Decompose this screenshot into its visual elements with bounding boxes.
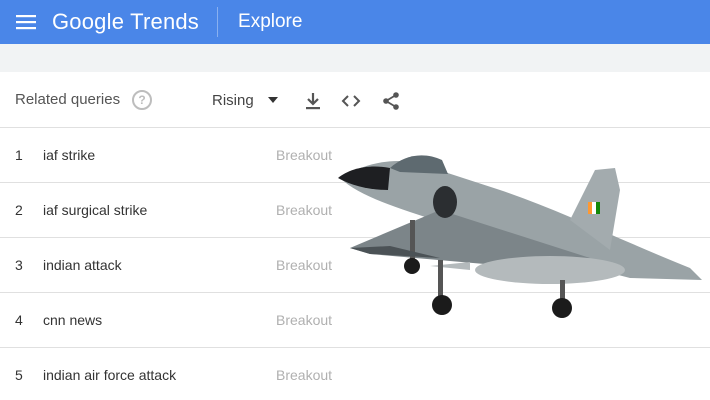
row-query[interactable]: iaf strike bbox=[43, 147, 95, 163]
download-icon[interactable] bbox=[302, 90, 324, 112]
card-header: Related queries ? Rising bbox=[0, 72, 710, 128]
row-query[interactable]: iaf surgical strike bbox=[43, 202, 147, 218]
row-value: Breakout bbox=[276, 202, 333, 218]
row-query[interactable]: cnn news bbox=[43, 312, 102, 328]
top-app-bar: Google Trends Explore bbox=[0, 0, 710, 44]
caret-down-icon bbox=[267, 97, 278, 103]
help-icon[interactable]: ? bbox=[132, 89, 153, 110]
row-value: Breakout bbox=[276, 312, 333, 328]
card-title: Related queries bbox=[15, 91, 121, 108]
header-divider bbox=[217, 7, 219, 37]
table-row[interactable]: 5 indian air force attack Breakout bbox=[0, 348, 710, 400]
row-rank: 5 bbox=[15, 367, 23, 383]
row-rank: 4 bbox=[15, 312, 23, 328]
dropdown-selected-value: Rising bbox=[212, 91, 254, 109]
row-rank: 2 bbox=[15, 202, 23, 218]
row-value: Breakout bbox=[276, 257, 333, 273]
embed-code-icon[interactable] bbox=[340, 90, 362, 112]
google-trends-logo[interactable]: Google Trends bbox=[52, 9, 199, 35]
row-value: Breakout bbox=[276, 147, 333, 163]
rising-dropdown[interactable]: Rising bbox=[212, 72, 278, 128]
hamburger-menu-icon[interactable] bbox=[0, 0, 52, 44]
row-rank: 1 bbox=[15, 147, 23, 163]
row-query[interactable]: indian air force attack bbox=[43, 367, 176, 383]
brand-trends: Trends bbox=[130, 9, 200, 34]
row-query[interactable]: indian attack bbox=[43, 257, 122, 273]
explore-link[interactable]: Explore bbox=[238, 11, 302, 33]
fighter-jet-image bbox=[338, 155, 702, 318]
share-icon[interactable] bbox=[380, 90, 402, 112]
brand-google: Google bbox=[52, 9, 125, 34]
row-rank: 3 bbox=[15, 257, 23, 273]
row-value: Breakout bbox=[276, 367, 333, 383]
